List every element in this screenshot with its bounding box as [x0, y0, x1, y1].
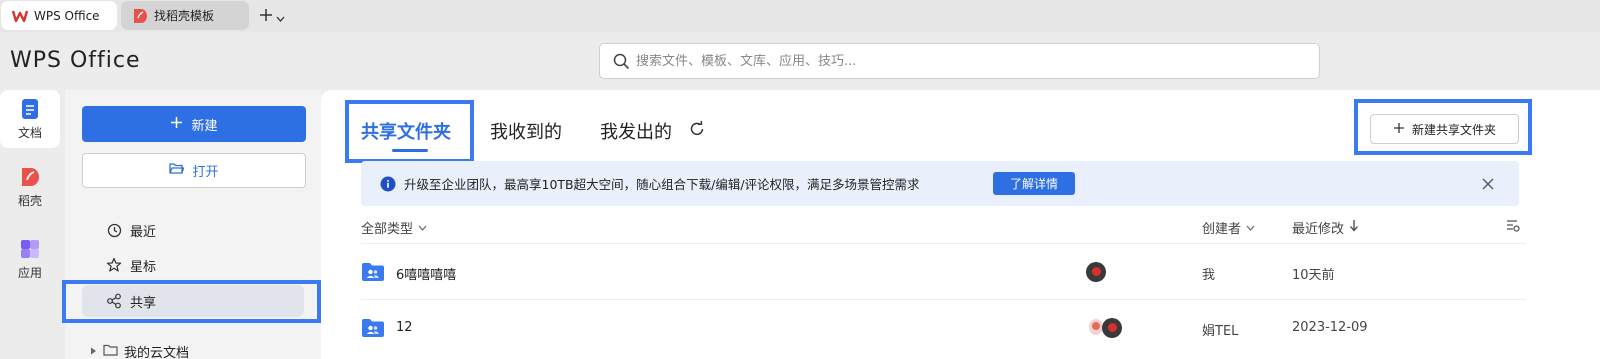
rail-label: 稻壳: [17, 194, 42, 208]
browser-tab-bar: WPS Office 找稻壳模板: [0, 0, 1600, 32]
row-modified: 10天前: [1292, 268, 1335, 283]
nav-label: 最近: [130, 224, 157, 240]
arrow-down-icon: [1349, 219, 1359, 236]
header-divider: [361, 243, 1526, 244]
row-creator: 娟TEL: [1202, 324, 1239, 339]
new-shared-folder-label: 新建共享文件夹: [1411, 122, 1496, 137]
shared-folder-icon: [361, 262, 385, 282]
open-button-label: 打开: [192, 165, 219, 180]
docer-icon: [132, 8, 148, 24]
highlight-box-shared-nav: [62, 280, 321, 323]
row-filename: 12: [396, 320, 413, 335]
tab-label: WPS Office: [34, 8, 100, 23]
chevron-down-icon: [418, 220, 427, 235]
tree-label: 我的云文档: [124, 346, 190, 359]
column-settings-icon[interactable]: [1506, 218, 1520, 237]
column-header-type: 全部类型: [361, 222, 414, 237]
upgrade-banner: 升级至企业团队，最高享10TB超大空间，随心组合下载/编辑/评论权限，满足多场景…: [361, 161, 1519, 206]
rail-item-documents[interactable]: 文档: [0, 90, 60, 148]
row-divider: [361, 299, 1526, 300]
row-creator: 我: [1202, 268, 1216, 283]
open-button[interactable]: 打开: [82, 153, 306, 188]
new-shared-folder-button[interactable]: 新建共享文件夹: [1370, 114, 1519, 144]
column-header-creator: 创建者: [1202, 222, 1242, 237]
filter-all-types[interactable]: 全部类型: [361, 218, 427, 237]
document-icon: [19, 98, 41, 120]
rail-item-docer[interactable]: 稻壳: [0, 166, 60, 216]
search-input[interactable]: [636, 53, 1276, 69]
sort-last-modified[interactable]: 最近修改: [1292, 218, 1359, 237]
nav-item-recent[interactable]: 最近: [82, 214, 304, 246]
folder-icon: [103, 344, 118, 359]
chevron-down-icon: [276, 7, 285, 26]
tab-docer-templates[interactable]: 找稻壳模板: [121, 1, 249, 30]
new-button[interactable]: 新建: [82, 106, 306, 142]
close-icon[interactable]: [1481, 176, 1495, 190]
learn-more-button[interactable]: 了解详情: [993, 172, 1075, 195]
column-header-modified: 最近修改: [1292, 222, 1345, 237]
app-brand-title: WPS Office: [10, 48, 141, 73]
search-bar[interactable]: [599, 43, 1320, 79]
apps-icon: [19, 238, 41, 260]
tab-sent[interactable]: 我发出的: [600, 118, 672, 144]
rail-label: 应用: [17, 266, 42, 280]
clock-icon: [106, 222, 122, 238]
docer-icon: [19, 166, 41, 188]
refresh-icon[interactable]: [688, 120, 706, 138]
search-icon: [613, 53, 630, 70]
folder-open-icon: [169, 162, 185, 179]
avatar: [1086, 262, 1106, 282]
row-modified: 2023-12-09: [1292, 320, 1368, 335]
tab-wps-office[interactable]: WPS Office: [1, 1, 117, 30]
wps-logo-icon: [12, 8, 28, 24]
filter-creator[interactable]: 创建者: [1202, 218, 1255, 237]
nav-item-starred[interactable]: 星标: [82, 249, 304, 281]
highlight-box-shared-folders-tab: [345, 100, 474, 163]
avatar: [1102, 318, 1122, 338]
banner-text: 升级至企业团队，最高享10TB超大空间，随心组合下载/编辑/评论权限，满足多场景…: [404, 177, 920, 192]
star-icon: [106, 257, 122, 273]
tab-label: 找稻壳模板: [154, 9, 215, 23]
tab-received[interactable]: 我收到的: [490, 118, 562, 144]
info-icon: [380, 176, 396, 192]
new-button-label: 新建: [191, 118, 218, 134]
shared-folder-icon: [361, 318, 385, 338]
plus-icon: [1393, 122, 1405, 137]
plus-icon: [259, 7, 273, 26]
row-filename: 6嘻嘻嘻嘻: [396, 268, 457, 283]
avatar: [1089, 319, 1103, 335]
caret-right-icon: [90, 344, 97, 359]
new-tab-button[interactable]: [259, 5, 285, 27]
rail-label: 文档: [17, 126, 42, 140]
chevron-down-icon: [1246, 220, 1255, 235]
nav-label: 星标: [130, 259, 157, 275]
plus-icon: [170, 116, 183, 133]
rail-item-apps[interactable]: 应用: [0, 238, 60, 288]
tree-item-my-cloud-docs[interactable]: 我的云文档: [90, 342, 189, 359]
